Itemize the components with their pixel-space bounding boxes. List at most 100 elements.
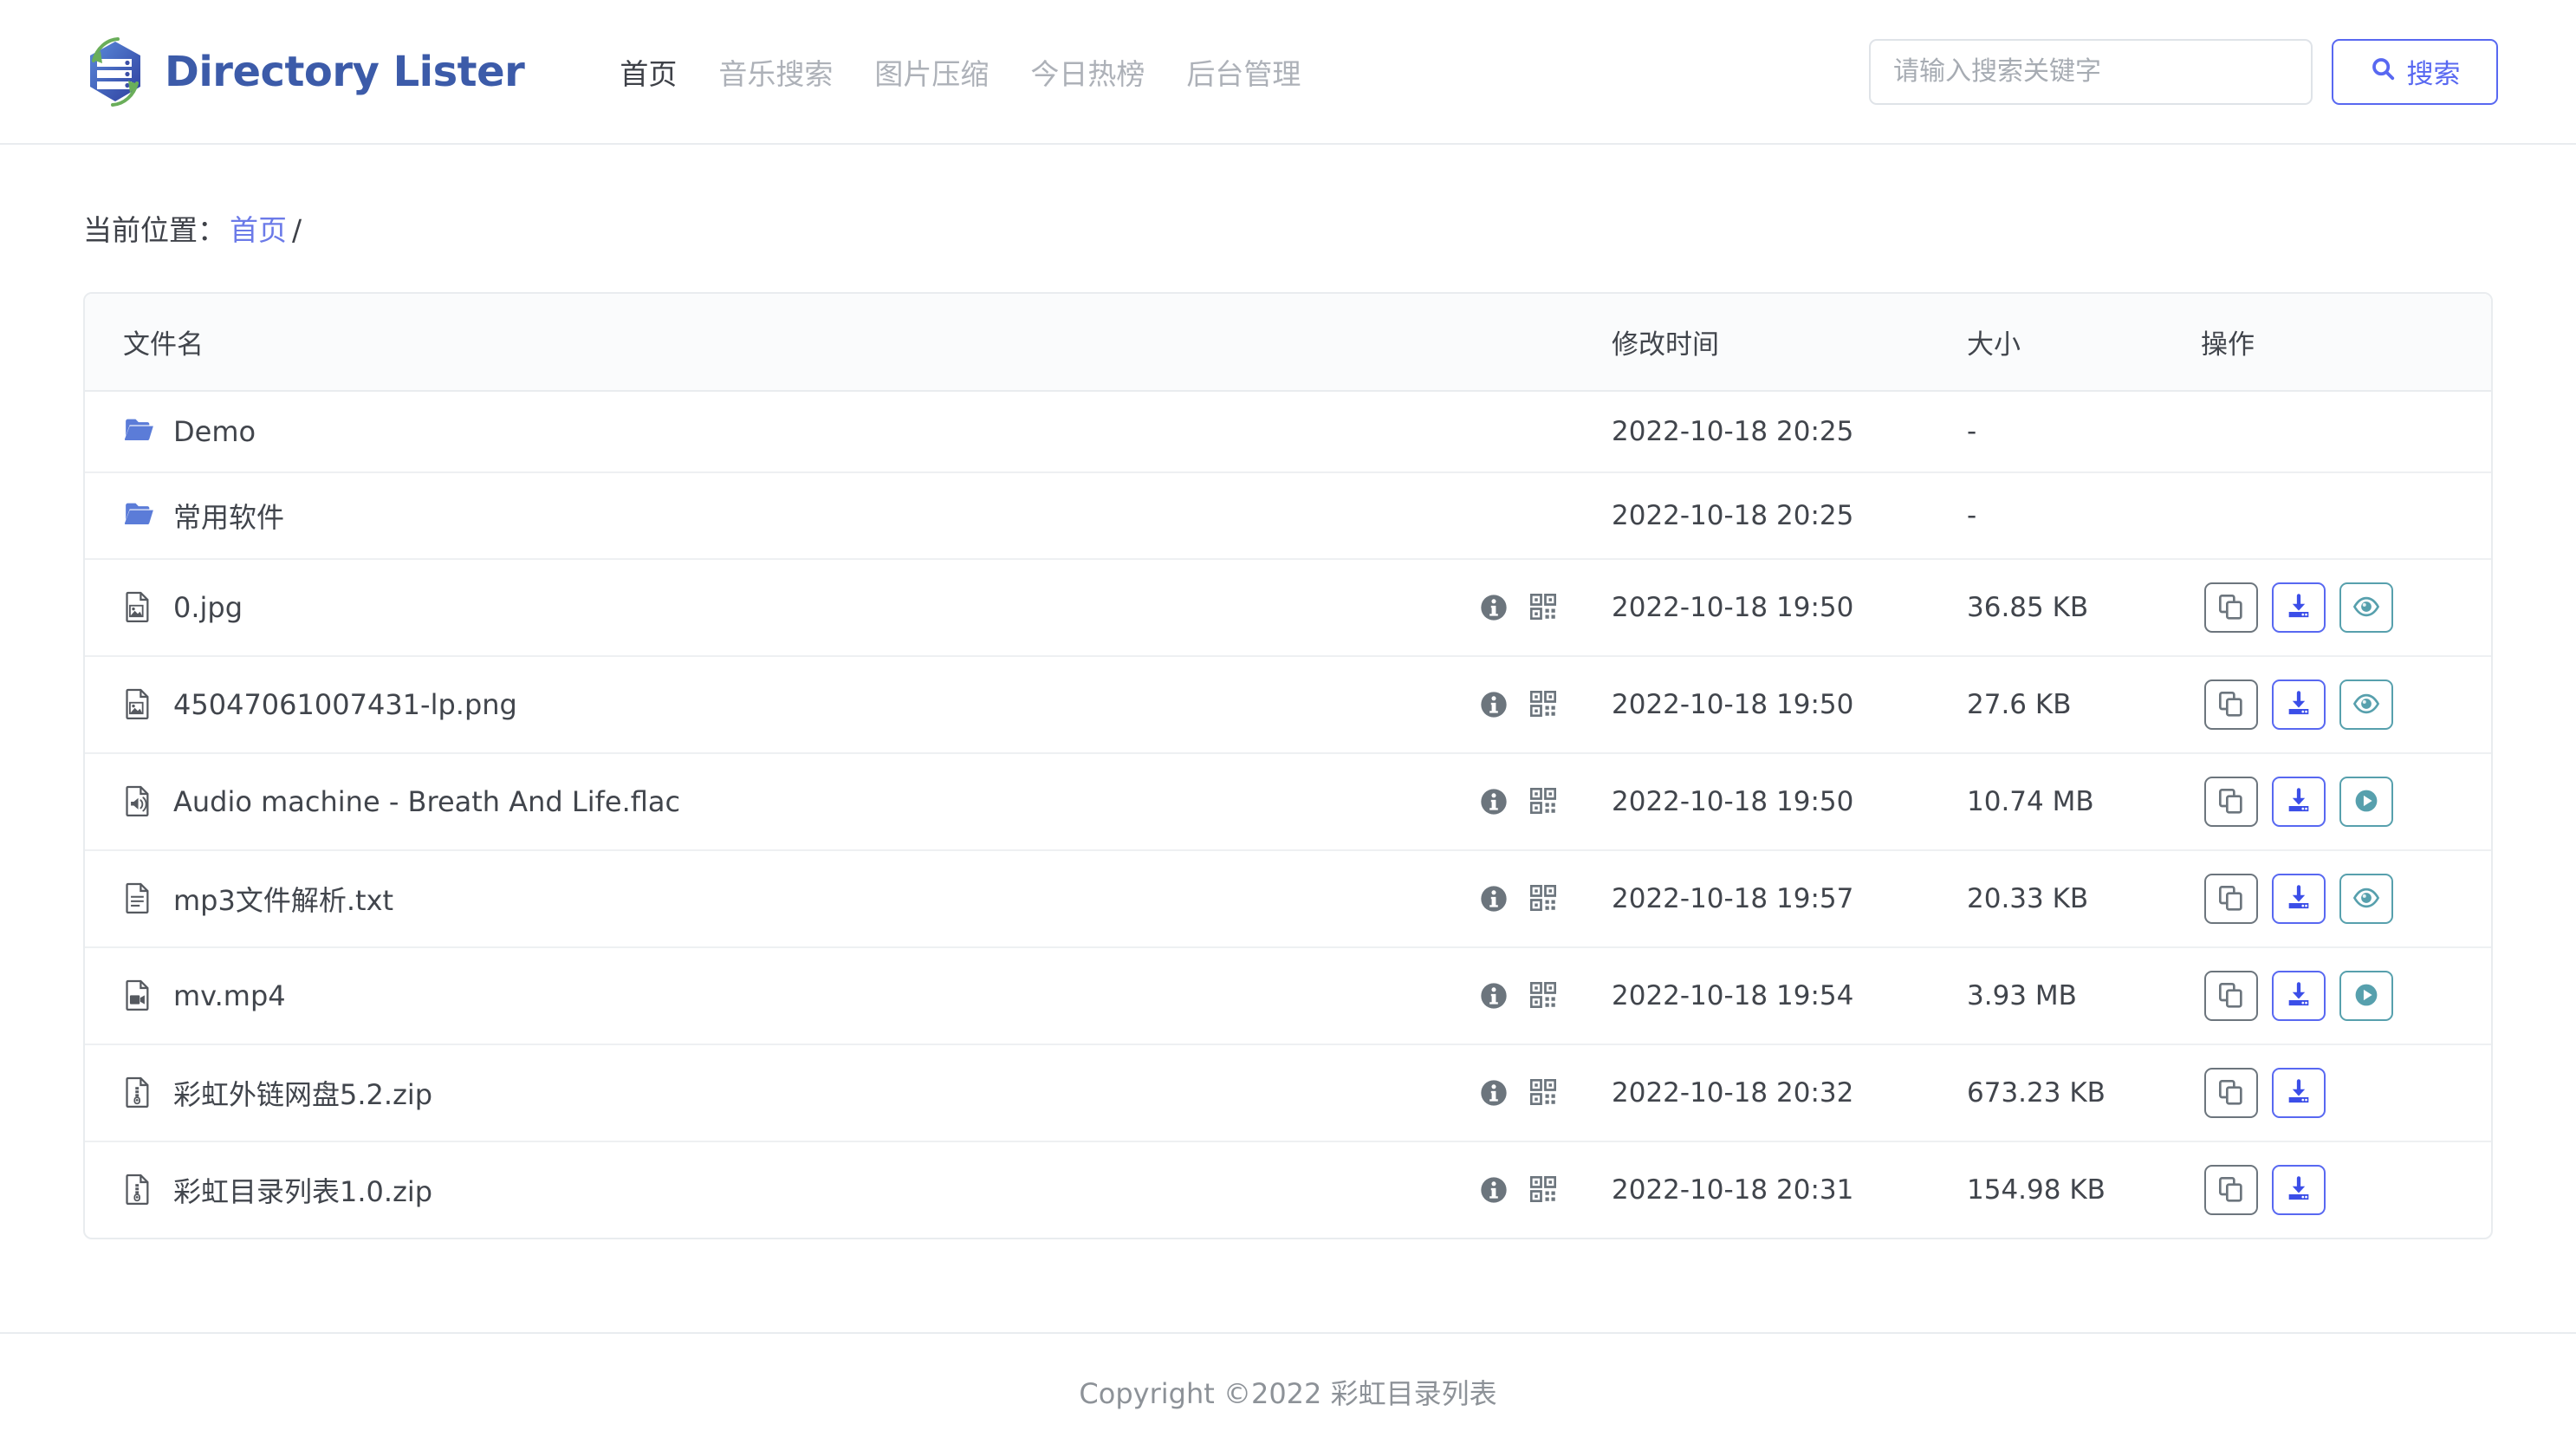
table-body: Demo 2022-10-18 20:25- 常用软件 2022-10-18 20:2… <box>85 391 2491 1238</box>
cell-modified-time: 2022-10-18 19:54 <box>1612 946 1967 1044</box>
info-icon[interactable] <box>1480 885 1508 913</box>
search-input[interactable] <box>1869 38 2313 105</box>
qrcode-icon[interactable] <box>1529 787 1558 816</box>
brand-link[interactable]: Directory Lister <box>83 36 525 107</box>
file-name-link[interactable]: 45047061007431-lp.png <box>173 688 517 721</box>
file-name-link[interactable]: 彩虹外链网盘5.2.zip <box>173 1073 432 1113</box>
eye-icon <box>2352 884 2380 914</box>
qrcode-icon[interactable] <box>1529 1175 1558 1204</box>
copy-icon <box>2217 690 2245 720</box>
cell-filename: 彩虹外链网盘5.2.zip <box>85 1044 1480 1141</box>
nav-item-home[interactable]: 首页 <box>599 51 698 93</box>
file-name-link[interactable]: mp3文件解析.txt <box>173 879 393 919</box>
cell-modified-time: 2022-10-18 20:31 <box>1612 1141 1967 1238</box>
copy-button[interactable] <box>2204 679 2258 730</box>
download-icon <box>2285 1175 2313 1206</box>
copy-icon <box>2217 884 2245 914</box>
file-name-link[interactable]: 0.jpg <box>173 591 243 624</box>
column-header-modified-time: 修改时间 <box>1612 294 1967 392</box>
search-area: 搜索 <box>1869 38 2498 105</box>
copy-icon <box>2217 1175 2245 1206</box>
qrcode-icon[interactable] <box>1529 690 1558 718</box>
copy-button[interactable] <box>2204 971 2258 1021</box>
archive-file-icon <box>123 1076 154 1110</box>
cell-size: 10.74 MB <box>1967 752 2201 850</box>
file-name-link[interactable]: 常用软件 <box>173 496 284 536</box>
breadcrumb: 当前位置： 首页 / <box>0 145 2576 249</box>
file-list-table: 文件名 修改时间 大小 操作 Demo 2022-10-18 20:25- 常用软件… <box>85 294 2491 1238</box>
cell-actions <box>2201 946 2491 1044</box>
eye-button[interactable] <box>2339 582 2393 633</box>
copyright-text: Copyright ©2022 彩虹目录列表 <box>1079 1377 1497 1410</box>
brand-title: Directory Lister <box>165 47 525 96</box>
download-button[interactable] <box>2272 1165 2326 1215</box>
cell-actions <box>2201 849 2491 947</box>
download-button[interactable] <box>2272 679 2326 730</box>
table-row: 彩虹目录列表1.0.zip 2022-10-18 20:31 154.98 KB <box>85 1141 2491 1238</box>
file-name-link[interactable]: Audio machine - Breath And Life.flac <box>173 785 680 818</box>
file-name-link[interactable]: Demo <box>173 415 256 448</box>
file-list-card: 文件名 修改时间 大小 操作 Demo 2022-10-18 20:25- 常用软件… <box>83 292 2493 1239</box>
qrcode-icon[interactable] <box>1529 981 1558 1010</box>
cell-actions <box>2201 471 2491 559</box>
info-icon[interactable] <box>1480 1079 1508 1107</box>
info-icon[interactable] <box>1480 594 1508 621</box>
cell-filename: 常用软件 <box>85 471 1480 559</box>
nav-item-hot-list[interactable]: 今日热榜 <box>1009 51 1165 93</box>
download-button[interactable] <box>2272 582 2326 633</box>
table-row: 彩虹外链网盘5.2.zip 2022-10-18 20:32 673.23 KB <box>85 1044 2491 1141</box>
file-name-link[interactable]: mv.mp4 <box>173 979 286 1012</box>
copy-icon <box>2217 787 2245 817</box>
table-header-row: 文件名 修改时间 大小 操作 <box>85 294 2491 392</box>
download-button[interactable] <box>2272 874 2326 924</box>
download-button[interactable] <box>2272 971 2326 1021</box>
directory-lister-logo-icon <box>83 36 147 107</box>
eye-icon <box>2352 690 2380 720</box>
info-icon[interactable] <box>1480 788 1508 816</box>
audio-file-icon <box>123 784 154 819</box>
cell-badges <box>1480 655 1612 753</box>
image-file-icon <box>123 590 154 625</box>
nav-item-admin[interactable]: 后台管理 <box>1165 51 1321 93</box>
info-icon[interactable] <box>1480 691 1508 718</box>
copy-button[interactable] <box>2204 777 2258 827</box>
copy-button[interactable] <box>2204 1068 2258 1118</box>
breadcrumb-home-link[interactable]: 首页 <box>230 207 287 249</box>
copy-icon <box>2217 593 2245 623</box>
nav-item-music-search[interactable]: 音乐搜索 <box>698 51 853 93</box>
main-nav: 首页 音乐搜索 图片压缩 今日热榜 后台管理 <box>599 51 1321 93</box>
column-header-filename: 文件名 <box>85 294 1480 392</box>
file-name-link[interactable]: 彩虹目录列表1.0.zip <box>173 1170 432 1210</box>
eye-button[interactable] <box>2339 679 2393 730</box>
eye-button[interactable] <box>2339 874 2393 924</box>
copy-button[interactable] <box>2204 582 2258 633</box>
cell-size: 27.6 KB <box>1967 655 2201 753</box>
copy-button[interactable] <box>2204 1165 2258 1215</box>
cell-filename: mp3文件解析.txt <box>85 849 1480 947</box>
qrcode-icon[interactable] <box>1529 593 1558 621</box>
cell-badges <box>1480 946 1612 1044</box>
download-button[interactable] <box>2272 1068 2326 1118</box>
info-icon[interactable] <box>1480 1176 1508 1204</box>
cell-size: - <box>1967 416 1977 447</box>
cell-badges <box>1480 752 1612 850</box>
cell-filename: 0.jpg <box>85 558 1480 656</box>
play-button[interactable] <box>2339 971 2393 1021</box>
image-file-icon <box>123 687 154 722</box>
qrcode-icon[interactable] <box>1529 884 1558 913</box>
play-button[interactable] <box>2339 777 2393 827</box>
search-icon <box>2370 55 2396 88</box>
table-row: 0.jpg 2022-10-18 19:50 36.85 KB <box>85 558 2491 656</box>
play-icon <box>2352 981 2380 1011</box>
info-icon[interactable] <box>1480 982 1508 1010</box>
nav-item-image-compress[interactable]: 图片压缩 <box>853 51 1009 93</box>
download-icon <box>2285 690 2313 720</box>
copy-button[interactable] <box>2204 874 2258 924</box>
cell-modified-time: 2022-10-18 19:50 <box>1612 558 1967 656</box>
column-header-badges <box>1480 294 1612 392</box>
qrcode-icon[interactable] <box>1529 1078 1558 1107</box>
download-button[interactable] <box>2272 777 2326 827</box>
cell-badges <box>1480 471 1612 559</box>
download-icon <box>2285 981 2313 1011</box>
search-button[interactable]: 搜索 <box>2332 38 2498 105</box>
